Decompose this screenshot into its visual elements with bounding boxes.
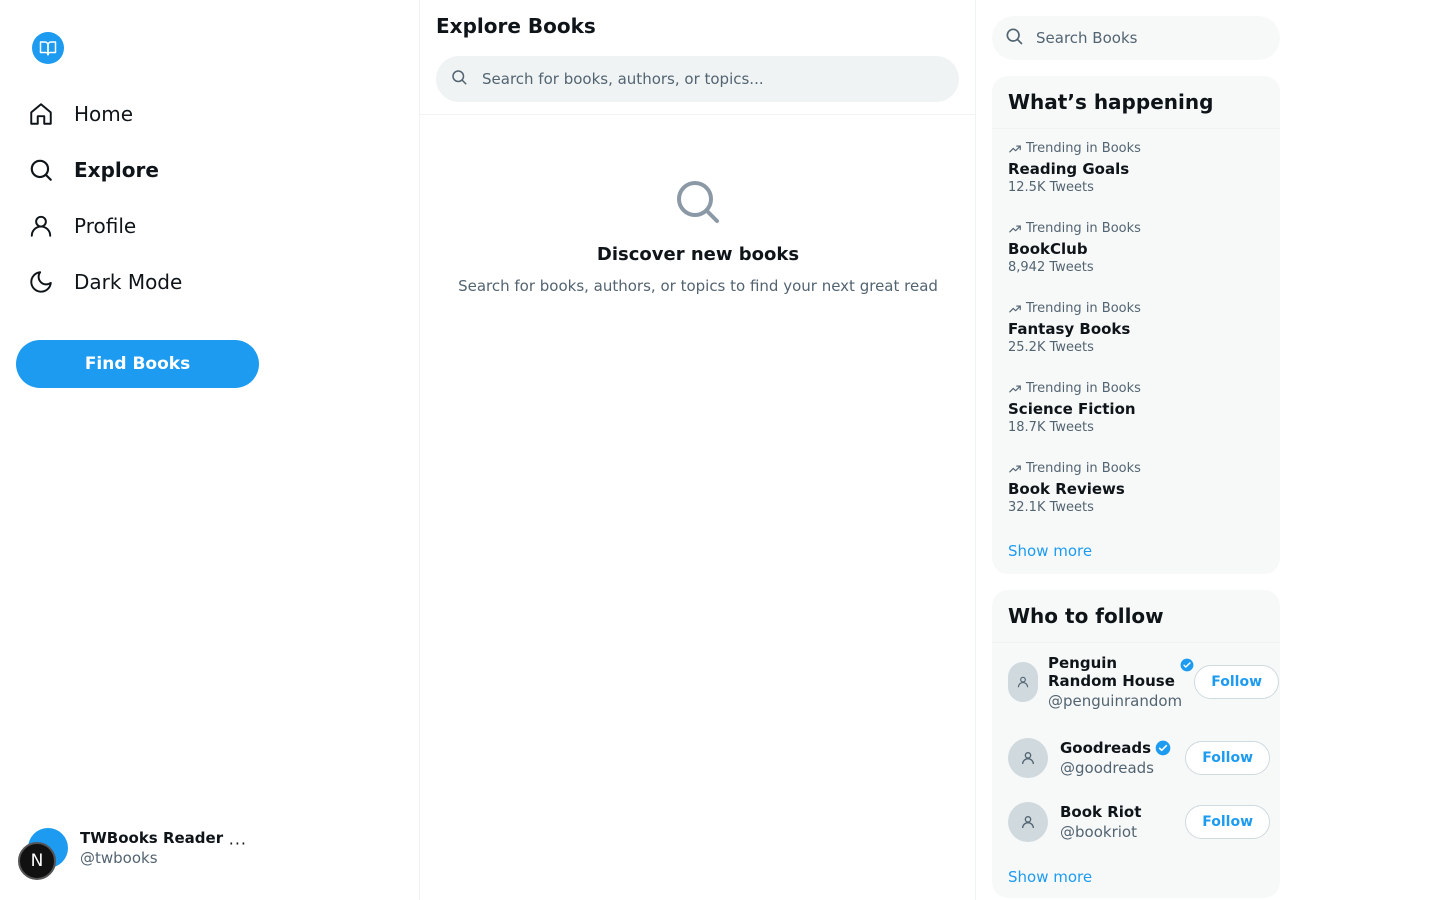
- explore-search-input[interactable]: [482, 70, 942, 88]
- user-icon: [1022, 816, 1034, 829]
- page-title: Explore Books: [436, 14, 596, 38]
- account-switcher[interactable]: N TWBooks Reader @twbooks ···: [16, 820, 259, 880]
- search-icon: [450, 68, 468, 90]
- trending-icon: [1009, 225, 1021, 232]
- avatar: [1008, 662, 1038, 702]
- find-books-button[interactable]: Find Books: [16, 340, 259, 388]
- follow-handle: @bookriot: [1060, 823, 1137, 841]
- nav-item-label: Explore: [74, 158, 159, 182]
- nav-item-label: Dark Mode: [74, 270, 183, 294]
- follow-name: Goodreads: [1060, 739, 1152, 757]
- trend-count: 8,942 Tweets: [1008, 260, 1094, 275]
- trend-count: 25.2K Tweets: [1008, 340, 1094, 355]
- user-icon: [28, 213, 54, 239]
- nav-item-explore[interactable]: Explore: [16, 142, 182, 198]
- main-column: Explore Books Discover new books Search …: [420, 0, 976, 900]
- trend-meta: Trending in Books: [1026, 381, 1141, 396]
- trends-show-more-link[interactable]: Show more: [992, 542, 1108, 560]
- verified-badge-icon: [1155, 740, 1171, 756]
- trend-meta: Trending in Books: [1026, 461, 1141, 476]
- trend-item[interactable]: Trending in Books Book Reviews 32.1K Twe…: [992, 449, 1280, 529]
- sidebar-search-box[interactable]: [992, 16, 1280, 60]
- explore-search-box[interactable]: [436, 56, 959, 102]
- trending-icon: [1009, 145, 1021, 152]
- nav-item-label: Home: [74, 102, 134, 126]
- trending-icon: [1009, 305, 1021, 312]
- trend-count: 18.7K Tweets: [1008, 420, 1094, 435]
- trend-meta: Trending in Books: [1026, 301, 1141, 316]
- avatar: [1008, 738, 1048, 778]
- follow-suggestion[interactable]: Penguin Random House @penguinrandom Foll…: [1008, 654, 1279, 710]
- follow-button[interactable]: Follow: [1185, 805, 1270, 839]
- follow-name: Book Riot: [1060, 803, 1142, 821]
- empty-state: Discover new books Search for books, aut…: [420, 178, 976, 295]
- trend-meta: Trending in Books: [1026, 221, 1141, 236]
- follow-button[interactable]: Follow: [1185, 741, 1270, 775]
- more-icon[interactable]: ···: [229, 834, 247, 853]
- sidebar-search-input[interactable]: [1036, 29, 1256, 47]
- search-icon: [1004, 26, 1024, 50]
- account-handle: @twbooks: [80, 849, 158, 867]
- trend-name: Fantasy Books: [1008, 320, 1131, 338]
- trend-name: Book Reviews: [1008, 480, 1125, 498]
- left-sidebar: Home Explore Profile Dark Mode Find Book…: [0, 0, 420, 900]
- nav-item-dark-mode[interactable]: Dark Mode: [16, 254, 182, 310]
- trend-item[interactable]: Trending in Books Reading Goals 12.5K Tw…: [992, 129, 1280, 209]
- who-to-follow-card: Who to follow Penguin Random House @peng…: [992, 590, 1280, 898]
- search-icon: [677, 181, 719, 223]
- account-name: TWBooks Reader: [80, 829, 224, 847]
- trend-count: 32.1K Tweets: [1008, 500, 1094, 515]
- avatar: [1008, 802, 1048, 842]
- trend-item[interactable]: Trending in Books BookClub 8,942 Tweets: [992, 209, 1280, 289]
- primary-nav: Home Explore Profile Dark Mode: [16, 86, 182, 310]
- user-icon: [1022, 752, 1034, 765]
- follow-handle: @penguinrandom: [1048, 692, 1183, 710]
- trend-count: 12.5K Tweets: [1008, 180, 1094, 195]
- trend-item[interactable]: Trending in Books Science Fiction 18.7K …: [992, 369, 1280, 449]
- follow-suggestion[interactable]: Goodreads @goodreads Follow: [1008, 738, 1270, 778]
- who-to-follow-title: Who to follow: [992, 590, 1280, 643]
- empty-state-title: Discover new books: [596, 244, 800, 265]
- home-icon: [28, 101, 54, 127]
- trends-card: What’s happening Trending in Books Readi…: [992, 76, 1280, 574]
- nav-item-profile[interactable]: Profile: [16, 198, 182, 254]
- trend-name: Science Fiction: [1008, 400, 1136, 418]
- follow-button[interactable]: Follow: [1194, 665, 1279, 699]
- moon-icon: [28, 269, 54, 295]
- avatar: N: [18, 828, 68, 880]
- follow-suggestion[interactable]: Book Riot @bookriot Follow: [1008, 802, 1270, 842]
- main-header: Explore Books: [420, 0, 975, 115]
- user-icon: [1017, 676, 1029, 688]
- verified-badge-icon: [1180, 658, 1194, 672]
- nav-item-home[interactable]: Home: [16, 86, 182, 142]
- trend-item[interactable]: Trending in Books Fantasy Books 25.2K Tw…: [992, 289, 1280, 369]
- dev-badge[interactable]: N: [18, 842, 56, 880]
- nav-item-label: Profile: [74, 214, 137, 238]
- trending-icon: [1009, 385, 1021, 392]
- follow-name: Penguin Random House: [1048, 654, 1175, 690]
- search-icon: [28, 157, 54, 183]
- trend-name: BookClub: [1008, 240, 1088, 258]
- trending-icon: [1009, 465, 1021, 472]
- follow-handle: @goodreads: [1060, 759, 1154, 777]
- follow-show-more-link[interactable]: Show more: [992, 868, 1108, 886]
- trend-meta: Trending in Books: [1026, 141, 1141, 156]
- trends-title: What’s happening: [992, 76, 1280, 129]
- book-open-icon[interactable]: [32, 32, 64, 64]
- trend-name: Reading Goals: [1008, 160, 1130, 178]
- empty-state-subtitle: Search for books, authors, or topics to …: [458, 277, 938, 295]
